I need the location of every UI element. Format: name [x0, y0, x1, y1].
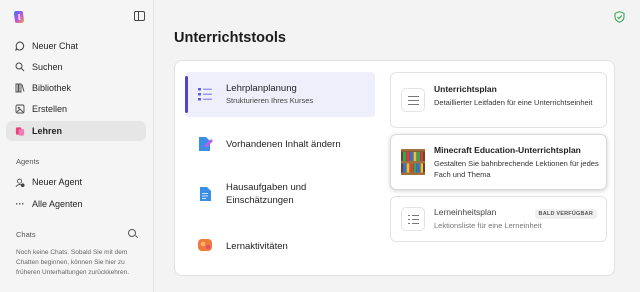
- sidebar-item-teach[interactable]: Lehren: [6, 121, 146, 141]
- sidebar-item-new-chat[interactable]: Neuer Chat: [6, 36, 146, 56]
- sidebar-item-create[interactable]: Erstellen: [6, 99, 146, 119]
- sidebar-item-all-agents[interactable]: ··· Alle Agenten: [6, 194, 146, 214]
- plan-subtitle: Detaillierter Leitfaden für eine Unterri…: [434, 98, 593, 107]
- sidebar-item-new-agent[interactable]: Neuer Agent: [6, 172, 146, 192]
- chats-empty-message: Noch keine Chats. Sobald Sie mit dem Cha…: [16, 249, 130, 276]
- library-icon: [15, 83, 25, 93]
- sidebar-item-label: Lehren: [32, 126, 63, 136]
- tool-title: Hausaufgaben und Einschätzungen: [226, 182, 307, 206]
- tools-card: Lehrplanplanung Strukturieren Ihres Kurs…: [174, 60, 615, 276]
- sidebar-toggle-icon[interactable]: [134, 11, 145, 21]
- checklist-icon: [401, 207, 425, 231]
- plan-subtitle: Lektionsliste für eine Lerneinheit: [434, 221, 542, 230]
- sidebar-item-label: Erstellen: [32, 104, 68, 114]
- create-icon: [15, 104, 25, 114]
- tool-title: Lernaktivitäten: [226, 241, 288, 252]
- sidebar-item-search[interactable]: Suchen: [6, 57, 146, 77]
- tool-learning-activities[interactable]: Lernaktivitäten: [185, 225, 375, 267]
- sidebar-item-label: Neuer Agent: [32, 177, 83, 187]
- sidebar-item-label: Bibliothek: [32, 83, 72, 93]
- tool-homework-assessments[interactable]: Hausaufgaben und Einschätzungen: [185, 169, 375, 221]
- tool-curriculum-planning[interactable]: Lehrplanplanung Strukturieren Ihres Kurs…: [185, 72, 375, 117]
- plan-lesson-plan[interactable]: Unterrichtsplan Detaillierter Leitfaden …: [390, 72, 607, 128]
- tool-title: Lehrplanplanung: [226, 83, 297, 94]
- teach-icon: [15, 126, 25, 136]
- agents-section-label: Agents: [16, 157, 40, 166]
- sidebar: Neuer Chat Suchen Bibliothek Erstellen L…: [0, 0, 154, 292]
- page-title: Unterrichtstools: [174, 30, 286, 46]
- plan-unit-plan: Lerneinheitsplan Lektionsliste für eine …: [390, 196, 607, 242]
- tool-edit-content[interactable]: Vorhandenen Inhalt ändern: [185, 123, 375, 165]
- list-icon: [401, 88, 425, 112]
- minecraft-bookshelf-icon: [401, 149, 425, 175]
- plan-title: Minecraft Education-Unterrichtsplan: [434, 145, 581, 155]
- chats-section-label: Chats: [16, 230, 36, 239]
- main-content: Unterrichtstools Lehrplanplanung Struktu…: [155, 0, 640, 292]
- plan-subtitle: Gestalten Sie bahnbrechende Lektionen fü…: [434, 159, 599, 179]
- copilot-logo-icon[interactable]: [12, 10, 26, 24]
- activity-icon: [198, 239, 212, 251]
- tool-subtitle: Strukturieren Ihres Kurses: [226, 96, 314, 105]
- coming-soon-badge: BALD VERFÜGBAR: [534, 209, 597, 219]
- sidebar-item-label: Alle Agenten: [32, 199, 83, 209]
- new-agent-icon: [15, 177, 25, 187]
- sidebar-item-label: Suchen: [32, 62, 63, 72]
- sidebar-item-label: Neuer Chat: [32, 41, 79, 51]
- tool-title: Vorhandenen Inhalt ändern: [226, 139, 341, 150]
- search-icon: [15, 62, 25, 72]
- more-icon: ···: [15, 199, 25, 209]
- plan-title: Unterrichtsplan: [434, 84, 497, 94]
- search-chats-icon[interactable]: [128, 229, 136, 237]
- chat-bubble-icon: [15, 41, 25, 51]
- curriculum-list-icon: [198, 88, 212, 101]
- plan-minecraft-lesson-plan[interactable]: Minecraft Education-Unterrichtsplan Gest…: [390, 134, 607, 190]
- sidebar-item-library[interactable]: Bibliothek: [6, 78, 146, 98]
- document-icon: [200, 187, 211, 201]
- shield-check-icon[interactable]: [614, 11, 625, 23]
- edit-content-icon: [199, 137, 213, 151]
